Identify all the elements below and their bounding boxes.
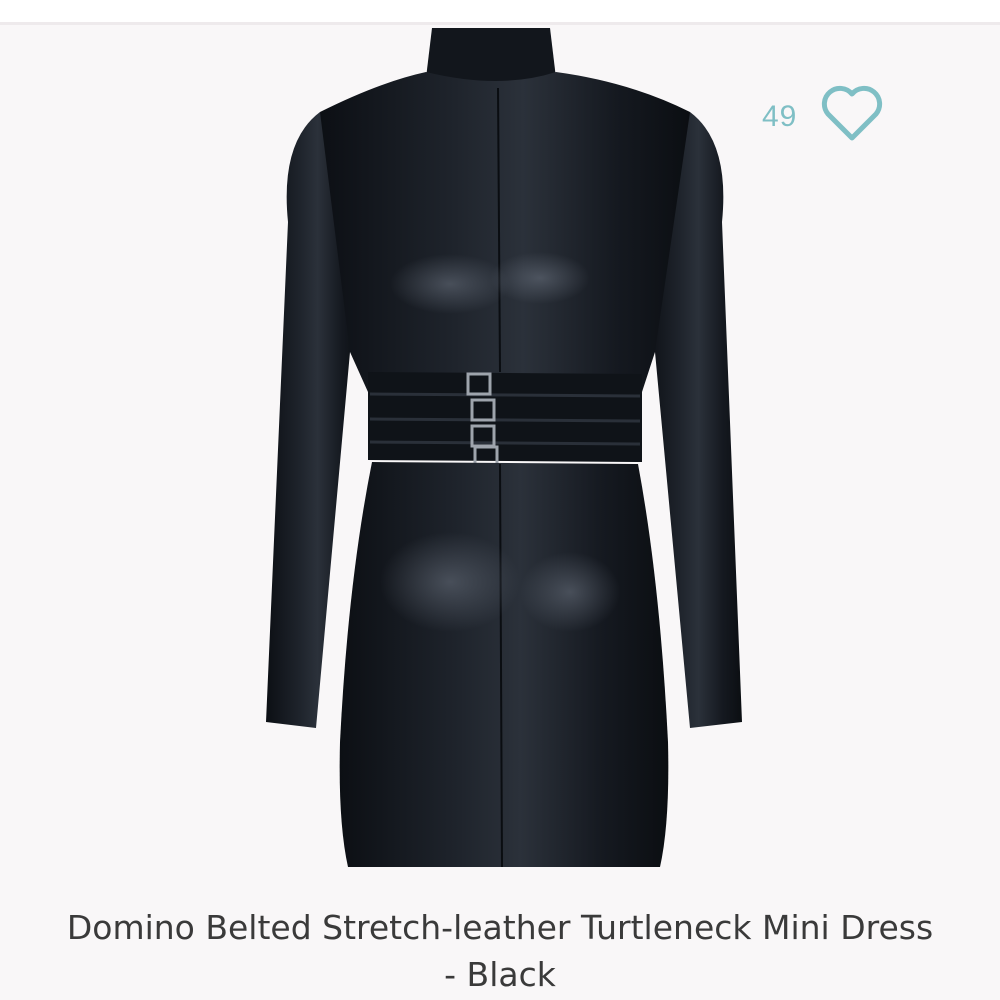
product-title: Domino Belted Stretch-leather Turtleneck…	[66, 908, 934, 994]
product-listing-page: 49 Domino Belted Stretch-leather Turtlen…	[0, 0, 1000, 1000]
product-image[interactable]	[250, 22, 760, 882]
like-count: 49	[762, 100, 798, 133]
likes: 49	[762, 84, 885, 142]
heart-outline-icon[interactable]	[819, 84, 885, 142]
